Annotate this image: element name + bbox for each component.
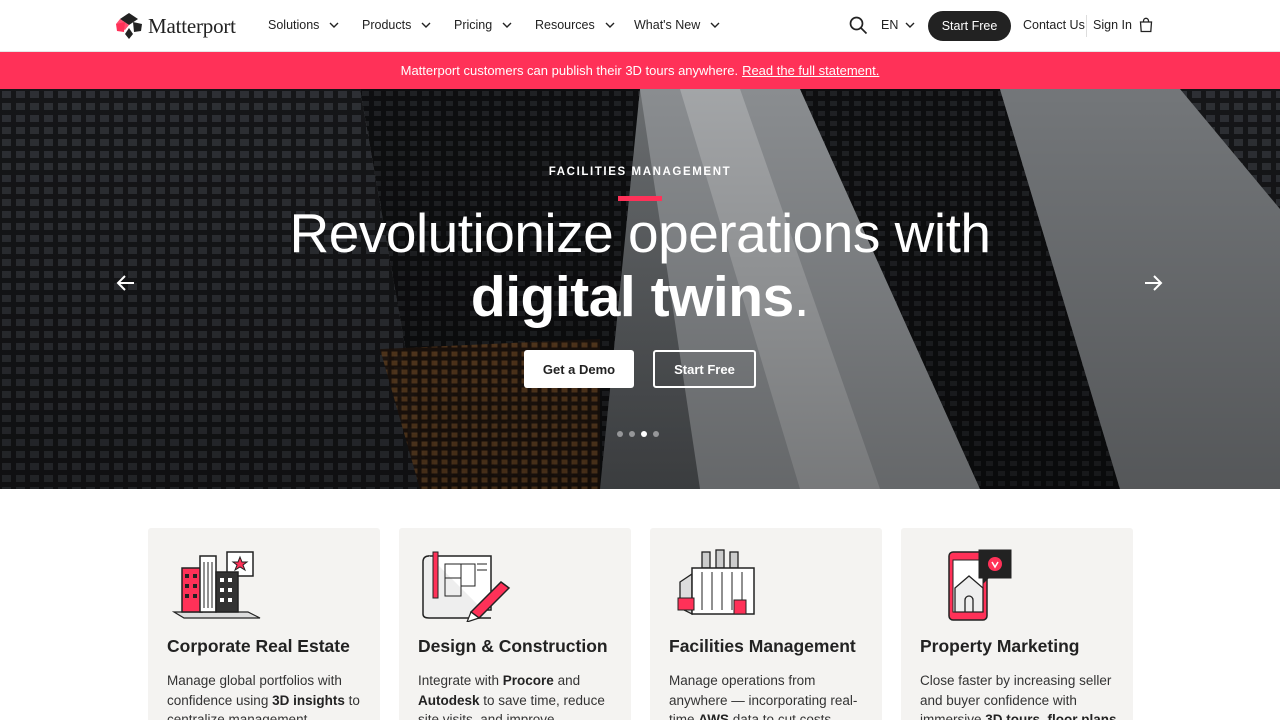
language-label: EN bbox=[881, 18, 899, 32]
carousel-dot-active[interactable] bbox=[641, 431, 647, 437]
banner-text: Matterport customers can publish their 3… bbox=[400, 63, 739, 78]
card-description: Integrate with Procore and Autodesk to s… bbox=[418, 673, 605, 720]
card-title: Facilities Management bbox=[669, 636, 856, 656]
chevron-down-icon bbox=[605, 22, 615, 28]
arrow-right-icon[interactable] bbox=[1142, 272, 1164, 294]
get-a-demo-button[interactable]: Get a Demo bbox=[524, 350, 634, 388]
chevron-down-icon bbox=[710, 22, 720, 28]
contact-us-link[interactable]: Contact Us bbox=[1023, 18, 1085, 32]
arrow-left-icon[interactable] bbox=[115, 272, 137, 294]
chevron-down-icon bbox=[905, 22, 915, 28]
search-icon[interactable] bbox=[849, 16, 868, 35]
factory-illustration bbox=[677, 549, 755, 616]
carousel-dots bbox=[617, 431, 659, 437]
card-corporate-real-estate[interactable]: Corporate Real Estate Manage global port… bbox=[148, 528, 380, 720]
card-description: Manage global portfolios with confidence… bbox=[167, 673, 360, 720]
start-free-header-button[interactable]: Start Free bbox=[928, 11, 1011, 41]
nav-solutions[interactable]: Solutions bbox=[268, 18, 339, 32]
start-free-hero-button[interactable]: Start Free bbox=[653, 350, 756, 388]
language-selector[interactable]: EN bbox=[881, 18, 915, 32]
hero-eyebrow: FACILITIES MANAGEMENT bbox=[548, 166, 732, 178]
logo-text: Matterport bbox=[148, 13, 236, 38]
card-title: Corporate Real Estate bbox=[167, 636, 350, 656]
card-design-construction[interactable]: Design & Construction Integrate with Pro… bbox=[399, 528, 631, 720]
shopping-bag-icon[interactable] bbox=[1138, 17, 1154, 33]
nav-resources[interactable]: Resources bbox=[535, 18, 615, 32]
matterport-logo-icon bbox=[116, 13, 142, 39]
carousel-dot[interactable] bbox=[617, 431, 623, 437]
nav-label: Products bbox=[362, 18, 412, 32]
hero-headline-light: Revolutionize operations with bbox=[289, 202, 991, 264]
chevron-down-icon bbox=[421, 22, 431, 28]
sign-in-link[interactable]: Sign In bbox=[1093, 18, 1132, 32]
nav-whats-new[interactable]: What's New bbox=[634, 18, 720, 32]
phone-house-illustration bbox=[948, 549, 1012, 621]
header-divider bbox=[1086, 15, 1087, 37]
carousel-dot[interactable] bbox=[653, 431, 659, 437]
hero-headline-period: . bbox=[793, 265, 810, 329]
banner-statement-link[interactable]: Read the full statement. bbox=[742, 63, 879, 78]
nav-label: Pricing bbox=[454, 18, 493, 32]
site-header: Matterport Solutions Products Pricing Re… bbox=[0, 0, 1280, 52]
card-title: Design & Construction bbox=[418, 636, 608, 656]
nav-pricing[interactable]: Pricing bbox=[454, 18, 512, 32]
chevron-down-icon bbox=[502, 22, 512, 28]
hero-carousel: FACILITIES MANAGEMENT Revolutionize oper… bbox=[0, 89, 1280, 489]
blueprint-pencil-illustration bbox=[422, 551, 511, 622]
card-title: Property Marketing bbox=[920, 636, 1080, 656]
nav-products[interactable]: Products bbox=[362, 18, 431, 32]
announcement-banner: Matterport customers can publish their 3… bbox=[0, 52, 1280, 89]
hero-headline-bold-text: digital twins bbox=[470, 265, 794, 329]
hero-headline-bold: digital twins. bbox=[0, 264, 1280, 330]
office-buildings-illustration bbox=[171, 551, 261, 619]
nav-label: What's New bbox=[634, 18, 701, 32]
card-property-marketing[interactable]: Property Marketing Close faster by incre… bbox=[901, 528, 1133, 720]
nav-label: Solutions bbox=[268, 18, 320, 32]
chevron-down-icon bbox=[329, 22, 339, 28]
card-facilities-management[interactable]: Facilities Management Manage operations … bbox=[650, 528, 882, 720]
card-description: Close faster by increasing seller and bu… bbox=[920, 673, 1117, 720]
matterport-logo[interactable]: Matterport bbox=[115, 12, 236, 40]
carousel-dot[interactable] bbox=[629, 431, 635, 437]
nav-label: Resources bbox=[535, 18, 595, 32]
card-description: Manage operations from anywhere — incorp… bbox=[669, 673, 858, 720]
